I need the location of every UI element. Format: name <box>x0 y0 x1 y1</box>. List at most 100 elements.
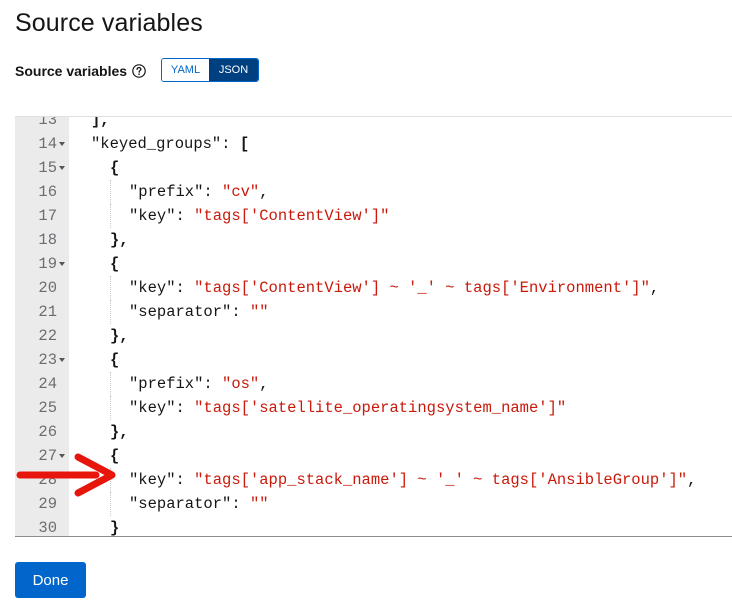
string-token: "os" <box>222 375 260 393</box>
code-line: 27{ <box>15 444 732 468</box>
fold-toggle-icon[interactable] <box>59 358 65 362</box>
key-token: : <box>175 399 195 417</box>
key-token: "separator" <box>129 495 232 513</box>
fold-toggle-icon[interactable] <box>59 262 65 266</box>
key-token: : <box>221 135 240 153</box>
key-token: "key" <box>129 207 176 225</box>
key-token: : <box>175 279 195 297</box>
line-number: 25 <box>38 399 57 417</box>
code-line: 28 "key": "tags['app_stack_name'] ~ '_' ~… <box>15 468 732 492</box>
key-token: "prefix" <box>129 183 204 201</box>
code-text: "key": "tags['app_stack_name'] ~ '_' ~ t… <box>129 468 696 492</box>
page-title: Source variables <box>15 9 203 37</box>
punctuation-token: [ <box>239 135 250 153</box>
string-token: "tags['ContentView'] ~ '_' ~ tags['Envir… <box>194 279 650 297</box>
key-token: , <box>259 375 269 393</box>
indent-guide <box>110 204 111 228</box>
code-line: 30} <box>15 516 732 537</box>
code-text: "key": "tags['ContentView']" <box>129 204 389 228</box>
field-label: Source variables <box>15 62 128 79</box>
punctuation-token: }, <box>110 231 129 249</box>
line-number: 30 <box>38 519 57 537</box>
code-text: "separator": "" <box>129 492 269 516</box>
string-token: "cv" <box>222 183 260 201</box>
punctuation-token: }, <box>110 423 129 441</box>
line-number: 17 <box>38 207 57 225</box>
string-token: "tags['ContentView']" <box>194 207 390 225</box>
fold-toggle-icon[interactable] <box>59 166 65 170</box>
code-line: 13], <box>15 116 732 132</box>
line-number: 20 <box>38 279 57 297</box>
code-line: 25 "key": "tags['satellite_operatingsyste… <box>15 396 732 420</box>
punctuation-token: { <box>110 255 120 273</box>
indent-guide <box>110 300 111 324</box>
line-number: 26 <box>38 423 57 441</box>
key-token: "separator" <box>129 303 232 321</box>
string-token: "tags['satellite_operatingsystem_name']" <box>194 399 567 417</box>
line-number: 13 <box>38 116 57 129</box>
line-number: 24 <box>38 375 57 393</box>
code-text: "prefix": "os", <box>129 372 269 396</box>
string-token: "" <box>249 495 269 513</box>
line-number: 14 <box>38 135 57 153</box>
code-text: { <box>110 252 119 276</box>
code-line: 18}, <box>15 228 732 252</box>
string-token: "tags['app_stack_name'] ~ '_' ~ tags['An… <box>194 471 688 489</box>
string-token: "" <box>249 303 269 321</box>
key-token: : <box>175 471 195 489</box>
code-text: { <box>110 156 119 180</box>
code-text: "prefix": "cv", <box>129 180 269 204</box>
code-line: 19 { <box>15 252 732 276</box>
yaml-toggle-button[interactable]: YAML <box>162 59 209 81</box>
key-token: , <box>649 279 660 297</box>
punctuation-token: }, <box>110 327 129 345</box>
fold-toggle-icon[interactable] <box>59 142 65 146</box>
key-token: : <box>231 303 250 321</box>
punctuation-token: { <box>110 159 120 177</box>
source-variables-field-label: Source variables <box>15 59 146 82</box>
key-token: : <box>203 183 223 201</box>
key-token: : <box>203 375 223 393</box>
indent-guide <box>110 372 111 396</box>
code-line: 22}, <box>15 324 732 348</box>
key-token: , <box>687 471 697 489</box>
code-text: "keyed_groups": [ <box>91 132 249 156</box>
key-token: "prefix" <box>129 375 204 393</box>
code-line: 20 "key": "tags['ContentView'] ~ '_' ~ ta… <box>15 276 732 300</box>
code-text: }, <box>110 420 129 444</box>
code-editor[interactable]: 13], 14 "keyed_groups": [15{16 "prefix": "c… <box>15 116 732 537</box>
code-line: 14 "keyed_groups": [ <box>15 132 732 156</box>
code-text: }, <box>110 324 129 348</box>
line-number: 23 <box>38 351 57 369</box>
indent-guide <box>110 276 111 300</box>
json-toggle-button[interactable]: JSON <box>209 59 258 81</box>
format-toggle-group: YAML JSON <box>161 58 259 82</box>
line-number: 15 <box>38 159 57 177</box>
code-line: 15 { <box>15 156 732 180</box>
code-text: "key": "tags['ContentView'] ~ '_' ~ tags… <box>129 276 659 300</box>
key-token: "key" <box>129 399 176 417</box>
code-text: ], <box>91 116 110 132</box>
indent-guide <box>110 396 111 420</box>
key-token: : <box>231 495 250 513</box>
punctuation-token: ], <box>91 116 110 129</box>
line-number: 22 <box>38 327 57 345</box>
code-line: 29 "separator": "" <box>15 492 732 516</box>
key-token: "keyed_groups" <box>91 135 222 153</box>
punctuation-token: } <box>110 519 120 537</box>
code-line: 26}, <box>15 420 732 444</box>
key-token: "key" <box>129 279 176 297</box>
key-token: "key" <box>129 471 176 489</box>
code-line: 21 "separator": "" <box>15 300 732 324</box>
punctuation-token: { <box>110 351 120 369</box>
code-line: 23 { <box>15 348 732 372</box>
code-text: }, <box>110 228 129 252</box>
code-text: "key": "tags['satellite_operatingsystem_… <box>129 396 566 420</box>
indent-guide <box>110 180 111 204</box>
done-button[interactable]: Done <box>15 562 86 598</box>
red-arrow-pointing-right-icon <box>16 453 116 497</box>
code-text: "separator": "" <box>129 300 269 324</box>
code-text: { <box>110 348 119 372</box>
question-circle-icon[interactable] <box>132 63 146 78</box>
code-line: 16 "prefix": "cv", <box>15 180 732 204</box>
